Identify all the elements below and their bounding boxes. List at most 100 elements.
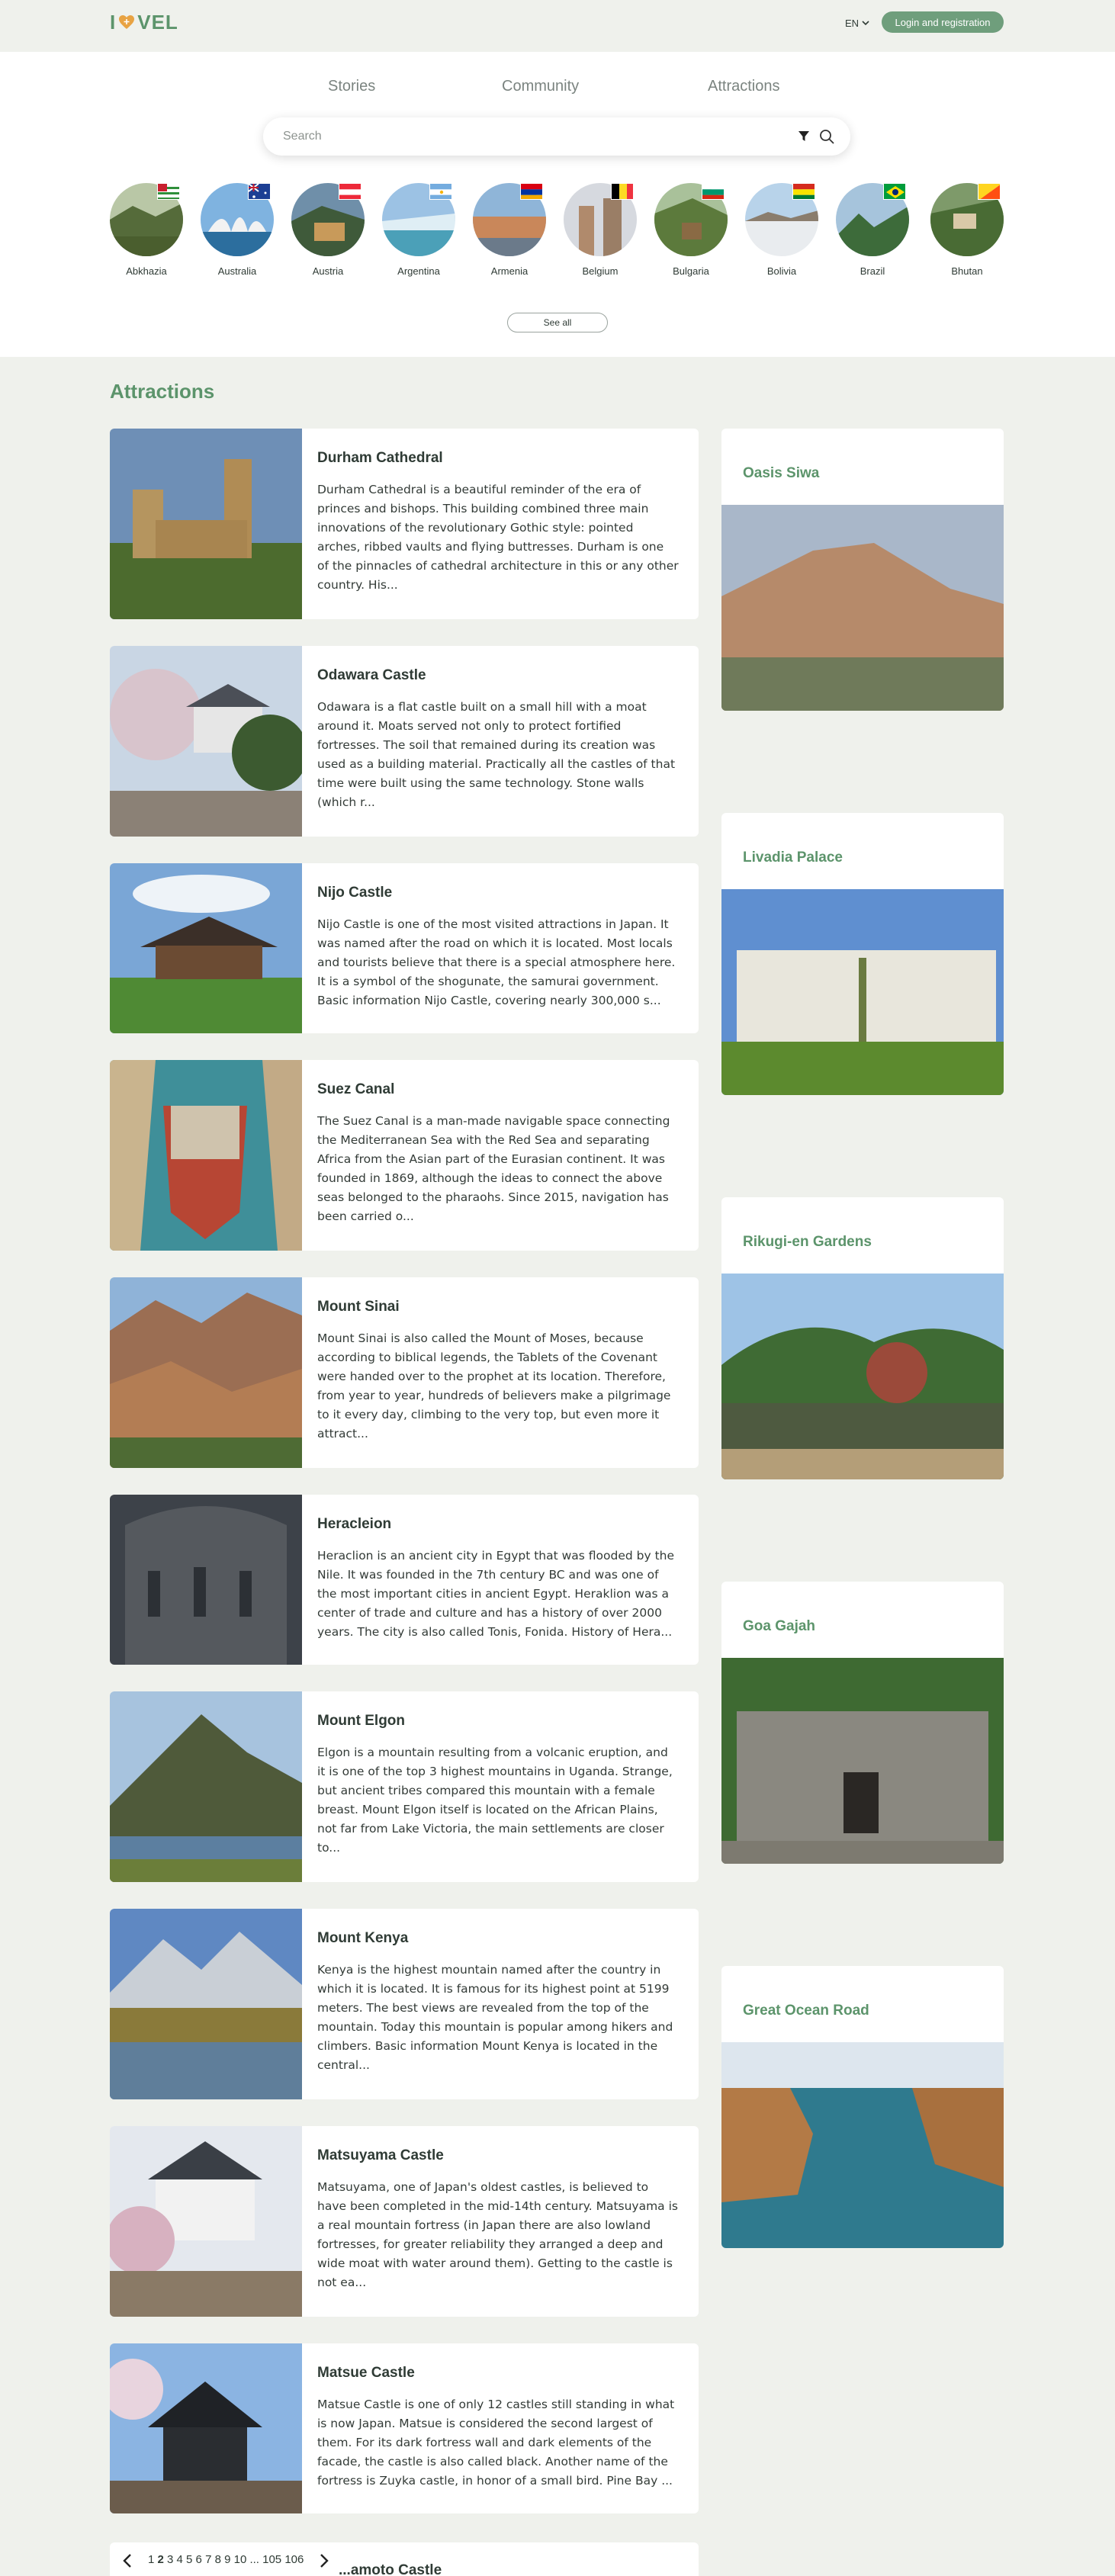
search-input[interactable] (283, 127, 771, 146)
country-abkhazia[interactable]: Abkhazia (110, 183, 183, 282)
card-image (110, 646, 302, 837)
logo-text-start: I (110, 10, 117, 34)
sidebar-attraction-card[interactable]: Great Ocean Road (721, 1966, 1004, 2248)
section-title: Attractions (110, 380, 215, 403)
card-title[interactable]: Odawara Castle (317, 667, 426, 684)
page-before[interactable]: 1 (148, 2553, 154, 2566)
top-panel: Stories Community Attractions Abkhazia A… (0, 52, 1115, 357)
country-belgium[interactable]: Belgium (564, 183, 637, 282)
search-bar (263, 117, 850, 156)
card-title[interactable]: Matsuyama Castle (317, 2147, 444, 2164)
flag-icon (611, 183, 634, 200)
login-button[interactable]: Login and registration (882, 11, 1004, 33)
card-title[interactable]: Nijo Castle (317, 885, 392, 901)
nav-attractions[interactable]: Attractions (708, 78, 779, 95)
card-text: Odawara is a flat castle built on a smal… (317, 700, 676, 809)
attraction-card[interactable]: Heracleion Heraclion is an ancient city … (110, 1495, 699, 1665)
attraction-card[interactable]: Mount Elgon Elgon is a mountain resultin… (110, 1691, 699, 1882)
card-title[interactable]: Suez Canal (317, 1081, 394, 1098)
card-image (110, 1277, 302, 1468)
card-image (110, 863, 302, 1033)
card-title[interactable]: Mount Sinai (317, 1299, 400, 1315)
sidebar-card-title[interactable]: Oasis Siwa (743, 465, 819, 482)
card-title[interactable]: Mount Elgon (317, 1713, 405, 1730)
attraction-card[interactable]: Durham Cathedral Durham Cathedral is a b… (110, 429, 699, 619)
card-image (110, 1495, 302, 1665)
attraction-card[interactable]: Matsue Castle Matsue Castle is one of on… (110, 2343, 699, 2513)
country-name: Brazil (860, 265, 885, 277)
flag-icon (792, 183, 815, 200)
next-card-title-peek: ...amoto Castle (339, 2562, 442, 2576)
attraction-card[interactable]: Mount Sinai Mount Sinai is also called t… (110, 1277, 699, 1468)
filter-icon[interactable] (797, 130, 811, 143)
page-current[interactable]: 2 (158, 2553, 164, 2566)
language-selector[interactable]: EN (845, 15, 869, 31)
sidebar-card-title[interactable]: Goa Gajah (743, 1618, 815, 1635)
nav-community[interactable]: Community (502, 78, 579, 95)
sidebar-card-title[interactable]: Rikugi-en Gardens (743, 1234, 872, 1251)
flag-icon (702, 183, 725, 200)
card-title[interactable]: Mount Kenya (317, 1930, 408, 1947)
flag-icon (520, 183, 543, 200)
flag-icon (339, 183, 361, 200)
logo[interactable]: I VEL (110, 11, 178, 34)
country-argentina[interactable]: Argentina (382, 183, 455, 282)
chevron-down-icon (862, 21, 869, 26)
attraction-card[interactable]: Odawara Castle Odawara is a flat castle … (110, 646, 699, 837)
card-image (110, 1060, 302, 1251)
country-austria[interactable]: Austria (291, 183, 365, 282)
country-bulgaria[interactable]: Bulgaria (654, 183, 728, 282)
attraction-card[interactable]: Matsuyama Castle Matsuyama, one of Japan… (110, 2126, 699, 2317)
card-image (110, 2126, 302, 2317)
attraction-card[interactable]: Mount Kenya Kenya is the highest mountai… (110, 1909, 699, 2099)
sidebar-card-image (721, 1274, 1004, 1479)
country-name: Abkhazia (126, 265, 167, 277)
card-image (110, 1909, 302, 2099)
flag-icon (883, 183, 906, 200)
see-all-button[interactable]: See all (507, 313, 608, 332)
flag-icon (978, 183, 1001, 200)
main-nav: Stories Community Attractions (0, 78, 1115, 101)
sidebar-card-title[interactable]: Livadia Palace (743, 850, 843, 866)
country-armenia[interactable]: Armenia (473, 183, 546, 282)
sidebar-attraction-card[interactable]: Livadia Palace (721, 813, 1004, 1095)
page-numbers[interactable]: 1 2 3 4 5 6 7 8 9 10 ... 105 106 (148, 2553, 304, 2566)
card-text: Kenya is the highest mountain named afte… (317, 1963, 673, 2072)
card-image (110, 429, 302, 619)
country-bhutan[interactable]: Bhutan (930, 183, 1004, 282)
page-after[interactable]: 3 4 5 6 7 8 9 10 ... 105 106 (167, 2553, 304, 2566)
country-name: Argentina (397, 265, 440, 277)
chevron-left-icon[interactable] (120, 2553, 136, 2568)
sidebar-card-image (721, 505, 1004, 711)
card-text: Elgon is a mountain resulting from a vol… (317, 1746, 673, 1855)
country-name: Bulgaria (673, 265, 709, 277)
card-text: Durham Cathedral is a beautiful reminder… (317, 483, 679, 592)
sidebar-attraction-card[interactable]: Oasis Siwa (721, 429, 1004, 711)
nav-stories[interactable]: Stories (328, 78, 375, 95)
attraction-card[interactable]: Suez Canal The Suez Canal is a man-made … (110, 1060, 699, 1251)
country-name: Armenia (490, 265, 529, 277)
card-image (110, 2343, 302, 2513)
sidebar-attraction-card[interactable]: Rikugi-en Gardens (721, 1197, 1004, 1479)
flag-icon (248, 183, 271, 200)
country-brazil[interactable]: Brazil (836, 183, 909, 282)
sidebar-card-image (721, 1658, 1004, 1864)
country-australia[interactable]: Australia (201, 183, 274, 282)
country-name: Austria (312, 265, 344, 277)
country-name: Bhutan (951, 265, 983, 277)
country-bolivia[interactable]: Bolivia (745, 183, 818, 282)
card-title[interactable]: Matsue Castle (317, 2365, 415, 2382)
pagination: 1 2 3 4 5 6 7 8 9 10 ... 105 106 ...amot… (110, 2542, 699, 2576)
attraction-card[interactable]: Nijo Castle Nijo Castle is one of the mo… (110, 863, 699, 1033)
search-icon[interactable] (818, 128, 835, 145)
logo-text-end: VEL (137, 10, 178, 34)
card-title[interactable]: Heracleion (317, 1516, 391, 1533)
sidebar-card-image (721, 2042, 1004, 2248)
sidebar-card-title[interactable]: Great Ocean Road (743, 2003, 869, 2019)
flag-icon (429, 183, 452, 200)
chevron-right-icon[interactable] (316, 2553, 331, 2568)
card-text: Matsuyama, one of Japan's oldest castles… (317, 2180, 678, 2289)
country-carousel: Abkhazia Australia Austria Argentina Arm… (110, 183, 1004, 282)
sidebar-attraction-card[interactable]: Goa Gajah (721, 1582, 1004, 1864)
card-title[interactable]: Durham Cathedral (317, 450, 443, 467)
